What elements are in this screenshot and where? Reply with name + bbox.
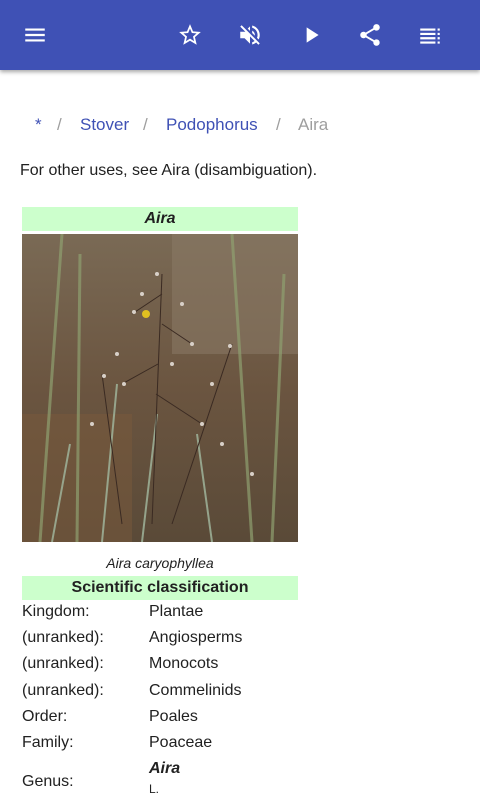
rank-value-link[interactable]: Angiosperms bbox=[149, 629, 242, 647]
taxonomy-row: (unranked): Angiosperms bbox=[22, 626, 298, 652]
rank-value-link[interactable]: Poales bbox=[149, 708, 198, 726]
app-bar bbox=[0, 0, 480, 70]
star-outline-icon bbox=[179, 24, 201, 45]
plant-photo[interactable] bbox=[22, 234, 298, 542]
breadcrumb-link-stover[interactable]: Stover bbox=[80, 115, 129, 135]
rank-value-link[interactable]: Plantae bbox=[149, 603, 203, 621]
rank-label: (unranked): bbox=[22, 681, 104, 699]
taxonomy-table: Kingdom: Plantae (unranked): Angiosperms… bbox=[22, 600, 298, 809]
infobox: Aira Aira caryophyllea Scientific classi… bbox=[22, 207, 298, 600]
breadcrumb-separator: / bbox=[276, 115, 281, 134]
taxonomy-row: Order: Poales bbox=[22, 705, 298, 731]
rank-value-link[interactable]: Poaceae bbox=[149, 734, 212, 752]
play-button[interactable] bbox=[287, 11, 335, 59]
rank-label: (unranked): bbox=[22, 629, 104, 647]
rank-value-link[interactable]: Commelinids bbox=[149, 682, 241, 700]
play-icon bbox=[306, 27, 319, 43]
breadcrumb-root-link[interactable]: * bbox=[35, 115, 42, 135]
taxonomy-row: Family: Poaceae bbox=[22, 731, 298, 757]
share-icon bbox=[360, 24, 380, 46]
genus-authority-link[interactable]: L. bbox=[149, 782, 159, 796]
infobox-title: Aira bbox=[22, 207, 298, 231]
classification-header: Scientific classification bbox=[22, 576, 298, 600]
volume-off-icon bbox=[240, 25, 260, 45]
list-icon bbox=[420, 28, 440, 44]
rank-label: Genus: bbox=[22, 773, 74, 791]
contents-button[interactable] bbox=[406, 11, 454, 59]
menu-button[interactable] bbox=[11, 11, 59, 59]
taxonomy-row: (unranked): Commelinids bbox=[22, 679, 298, 705]
rank-label: Order: bbox=[22, 707, 68, 725]
grass-photo-image bbox=[22, 234, 298, 542]
mute-button[interactable] bbox=[226, 11, 274, 59]
taxonomy-row-genus: Genus: Aira L. bbox=[22, 757, 298, 809]
breadcrumb-separator: / bbox=[57, 115, 62, 134]
breadcrumb-separator: / bbox=[143, 115, 148, 134]
menu-icon bbox=[25, 28, 45, 42]
hatnote[interactable]: For other uses, see Aira (disambiguation… bbox=[20, 162, 317, 180]
breadcrumb-link-podophorus[interactable]: Podophorus bbox=[166, 115, 258, 135]
rank-label: Family: bbox=[22, 733, 74, 751]
rank-label: (unranked): bbox=[22, 655, 104, 673]
share-button[interactable] bbox=[346, 11, 394, 59]
breadcrumb-current: Aira bbox=[298, 115, 329, 134]
taxonomy-row: Kingdom: Plantae bbox=[22, 600, 298, 626]
taxonomy-row: (unranked): Monocots bbox=[22, 652, 298, 678]
favorite-button[interactable] bbox=[166, 11, 214, 59]
breadcrumb: * / Stover / Podophorus / Aira bbox=[0, 112, 480, 138]
rank-value-link[interactable]: Monocots bbox=[149, 655, 218, 673]
genus-name: Aira bbox=[149, 760, 181, 778]
rank-label: Kingdom: bbox=[22, 603, 90, 620]
photo-caption: Aira caryophyllea bbox=[106, 555, 214, 571]
